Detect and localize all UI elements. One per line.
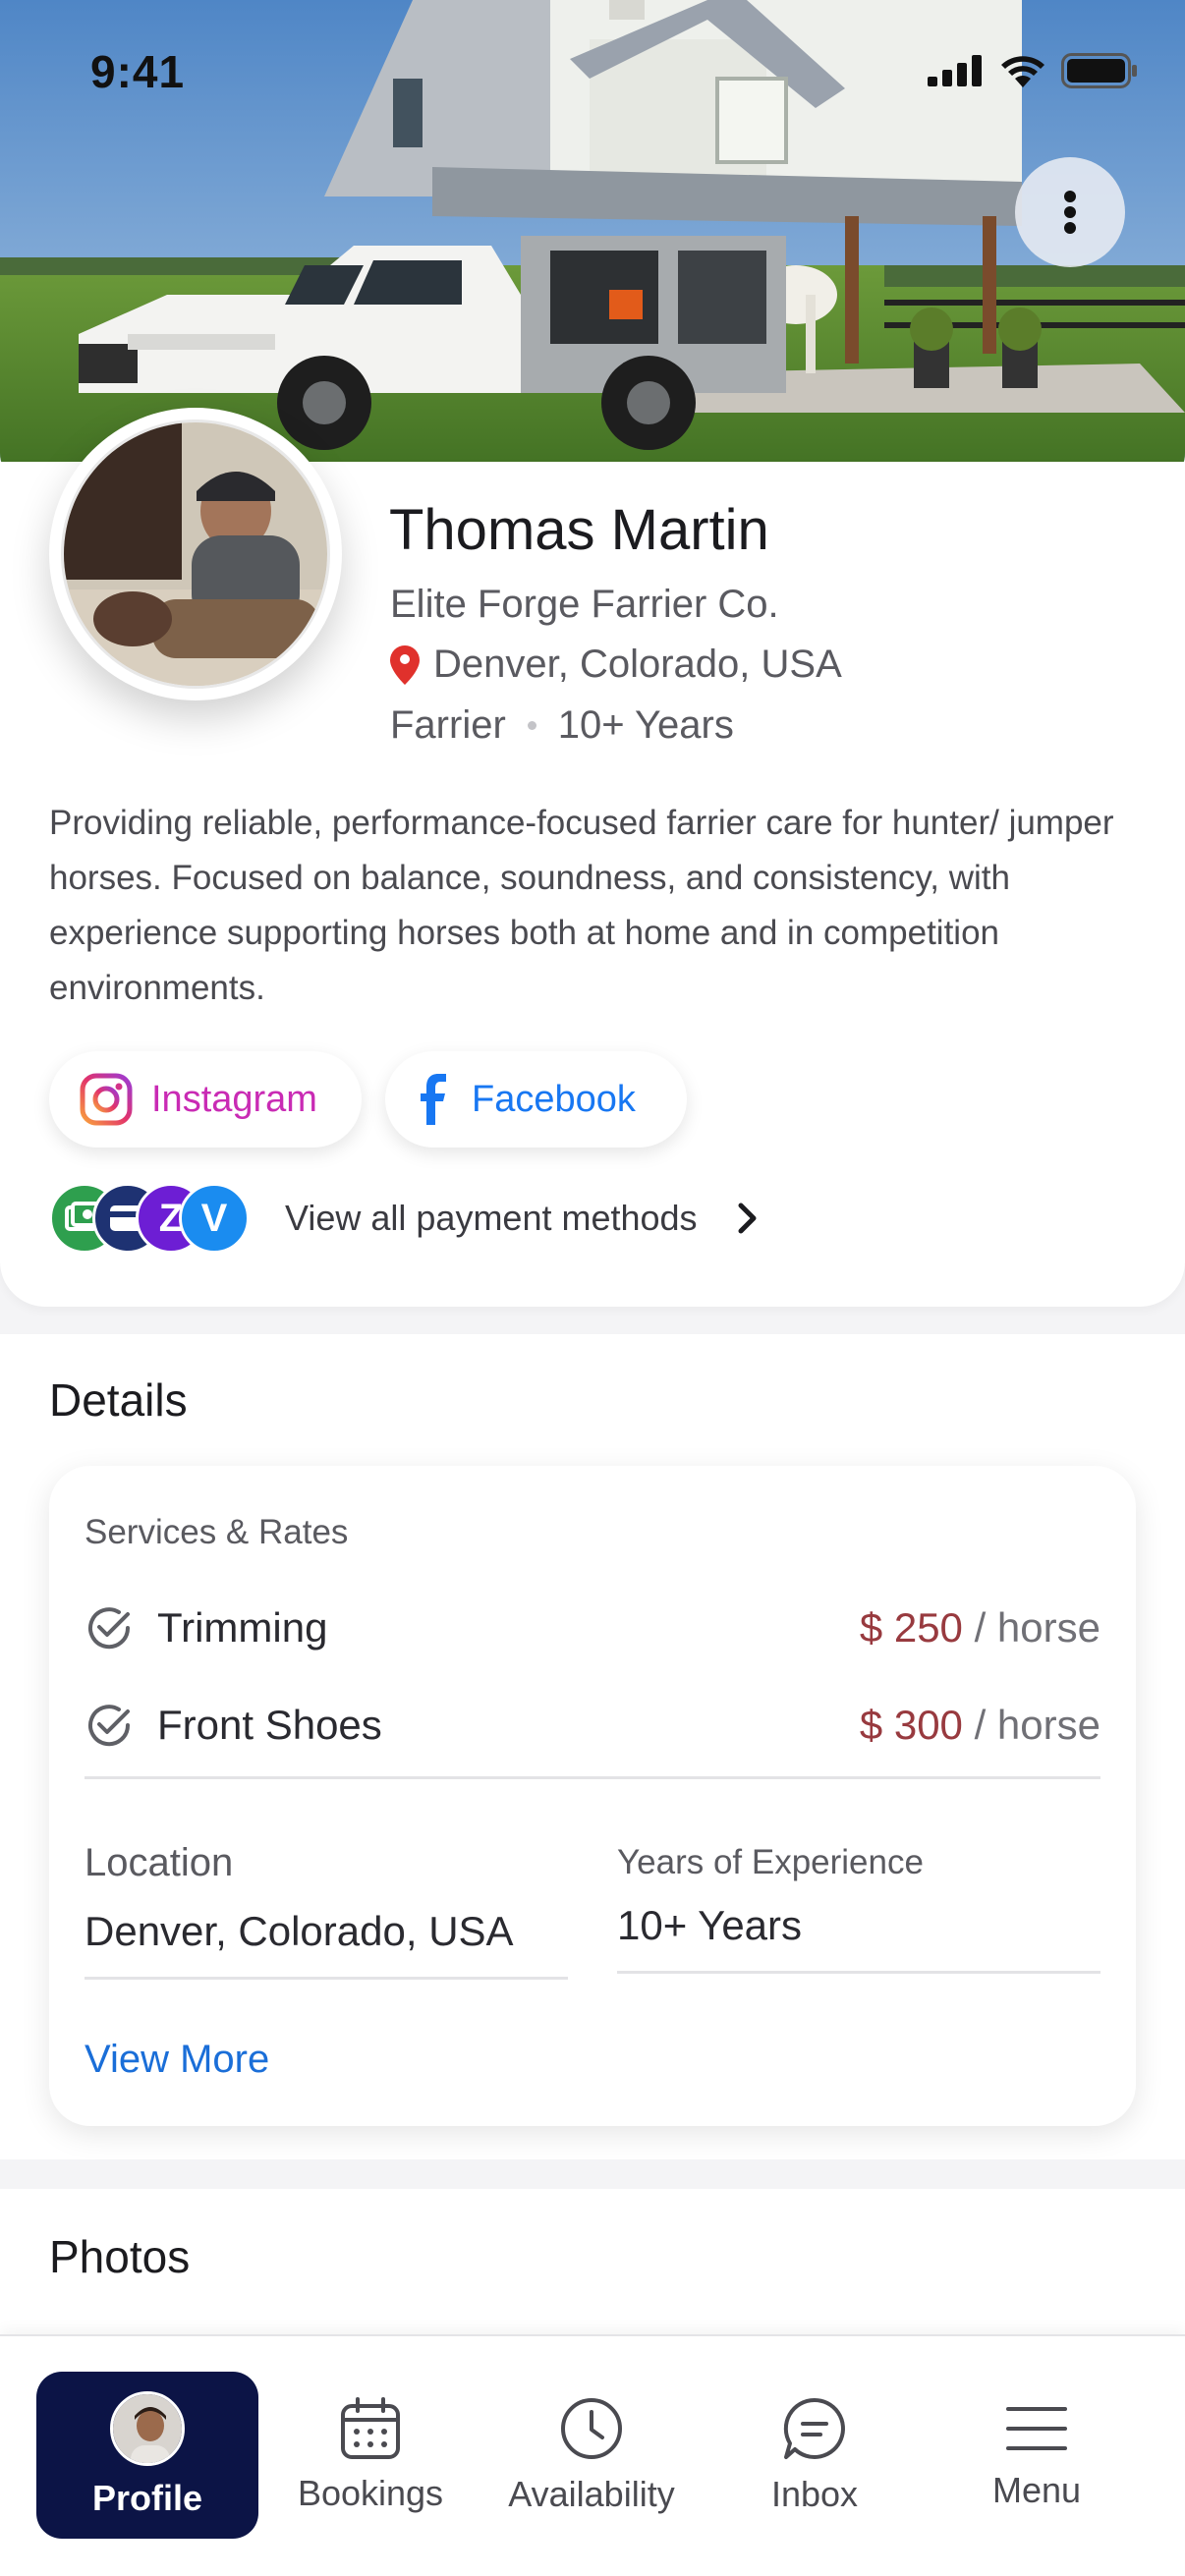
clock-icon — [561, 2398, 622, 2459]
profile-bio: Providing reliable, performance-focused … — [49, 804, 1114, 1007]
service-price: $ 250 / horse — [859, 1604, 1100, 1651]
nav-availability-label: Availability — [508, 2474, 675, 2514]
details-card — [49, 1466, 1136, 2126]
facebook-icon — [421, 1074, 446, 1125]
instagram-icon — [80, 1073, 133, 1126]
nav-profile[interactable]: Profile — [36, 2372, 258, 2539]
avatar-image — [64, 422, 327, 686]
separator-dot — [527, 721, 536, 730]
wifi-icon — [1001, 56, 1044, 87]
service-row: Front Shoes $ 300 / horse — [85, 1696, 1100, 1755]
chevron-right-icon — [738, 1203, 757, 1234]
location-pin-icon — [390, 644, 420, 685]
status-icons — [928, 53, 1138, 88]
instagram-button[interactable]: Instagram — [49, 1051, 362, 1148]
photos-title: Photos — [49, 2231, 191, 2282]
location-value: Denver, Colorado, USA — [85, 1908, 514, 1954]
payment-methods-label: View all payment methods — [285, 1198, 698, 1238]
profile-name: Thomas Martin — [389, 498, 769, 562]
profile-company: Elite Forge Farrier Co. — [390, 583, 779, 626]
services-divider — [85, 1776, 1100, 1779]
services-heading: Services & Rates — [85, 1513, 349, 1551]
facebook-button[interactable]: Facebook — [385, 1051, 687, 1148]
experience-label: Years of Experience — [617, 1843, 924, 1881]
nav-menu[interactable]: Menu — [926, 2372, 1148, 2539]
more-vertical-icon — [1064, 191, 1076, 234]
profile-meta: Farrier 10+ Years — [390, 703, 734, 748]
nav-availability[interactable]: Availability — [480, 2372, 703, 2539]
more-options-button[interactable] — [1015, 157, 1125, 267]
venmo-icon: V — [179, 1183, 250, 1254]
status-bar: 9:41 — [0, 0, 1185, 147]
service-row: Trimming $ 250 / horse — [85, 1598, 1100, 1657]
check-circle-icon — [88, 1607, 131, 1650]
details-title: Details — [49, 1374, 188, 1426]
chat-icon — [783, 2397, 845, 2459]
facebook-label: Facebook — [472, 1078, 636, 1120]
avatar — [110, 2391, 185, 2466]
bottom-navigation: Profile Bookings Availability Inbox Menu — [0, 2334, 1185, 2576]
status-time: 9:41 — [90, 46, 186, 97]
nav-profile-label: Profile — [91, 2478, 203, 2518]
nav-bookings[interactable]: Bookings — [259, 2372, 481, 2539]
check-circle-icon — [88, 1705, 131, 1747]
view-more-link[interactable]: View More — [85, 2038, 269, 2082]
service-name: Front Shoes — [157, 1702, 382, 1748]
payment-icons: Z V — [49, 1179, 255, 1258]
profile-avatar[interactable] — [49, 408, 342, 700]
cellular-signal-icon — [928, 55, 982, 86]
profile-experience: 10+ Years — [557, 703, 734, 747]
location-label: Location — [85, 1841, 234, 1884]
location-divider — [85, 1977, 568, 1980]
payment-methods-link[interactable]: Z V View all payment methods — [49, 1179, 816, 1258]
experience-value: 10+ Years — [617, 1902, 803, 1948]
battery-icon — [1061, 53, 1137, 88]
service-price: $ 300 / horse — [859, 1702, 1100, 1748]
nav-inbox-label: Inbox — [770, 2474, 859, 2514]
profile-location-text: Denver, Colorado, USA — [433, 643, 842, 686]
instagram-label: Instagram — [151, 1078, 317, 1120]
experience-divider — [617, 1971, 1100, 1974]
nav-inbox[interactable]: Inbox — [704, 2372, 926, 2539]
nav-menu-label: Menu — [991, 2470, 1082, 2510]
profile-role: Farrier — [390, 703, 506, 747]
nav-bookings-label: Bookings — [297, 2473, 444, 2513]
service-name: Trimming — [157, 1604, 328, 1651]
hamburger-icon — [1006, 2407, 1067, 2450]
calendar-icon — [341, 2397, 400, 2459]
profile-location: Denver, Colorado, USA — [390, 643, 842, 687]
